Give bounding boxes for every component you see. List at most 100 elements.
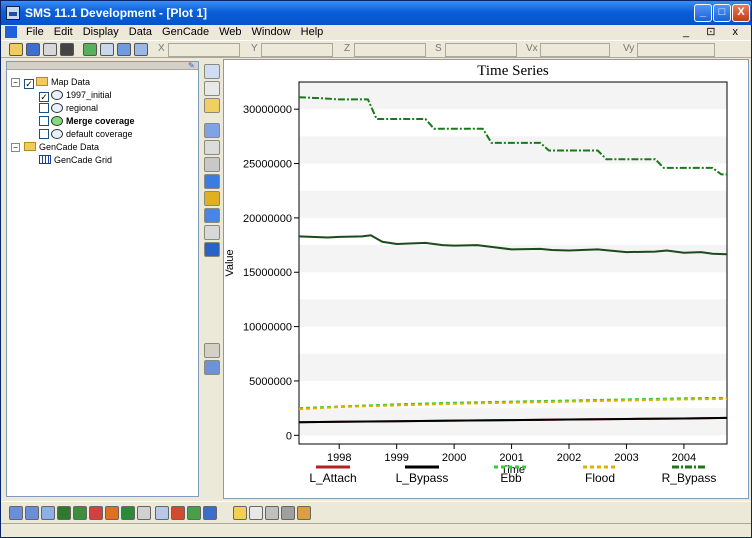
pan-tool-icon[interactable]: [204, 98, 220, 113]
document-icon[interactable]: [5, 26, 17, 38]
annotation-module-icon[interactable]: [187, 506, 201, 520]
scatter-module-icon[interactable]: [41, 506, 55, 520]
zoom-tool-icon[interactable]: [204, 81, 220, 96]
tree-node-gencade-grid[interactable]: GenCade Grid: [39, 154, 112, 167]
coord-s-field[interactable]: [445, 43, 517, 57]
coord-x-field[interactable]: [168, 43, 240, 57]
minimize-button[interactable]: _: [694, 4, 712, 22]
folder-icon: [36, 77, 48, 86]
y-tick-label: 5000000: [249, 376, 292, 388]
legend-label: L_Attach: [309, 471, 356, 485]
menu-edit[interactable]: Edit: [49, 25, 78, 39]
map-data-label: Map Data: [51, 77, 91, 87]
collapse-icon[interactable]: −: [11, 78, 20, 87]
y-tick-label: 10000000: [243, 322, 292, 334]
tree-node-coverage-merge[interactable]: Merge coverage: [39, 115, 135, 128]
select-cursor-icon[interactable]: [249, 506, 263, 520]
coverage-icon: [51, 116, 63, 126]
zoom-icon[interactable]: [100, 43, 114, 56]
coord-y-field[interactable]: [261, 43, 333, 57]
plot-window[interactable]: Time Series 0 5000000 10000000 15000000 20000…: [223, 59, 749, 499]
map-module-icon[interactable]: [137, 506, 151, 520]
grid-tool-icon[interactable]: [204, 242, 220, 257]
tools-module-icon[interactable]: [171, 506, 185, 520]
info-icon[interactable]: [117, 43, 131, 56]
select-tool-icon[interactable]: [204, 64, 220, 79]
coverage-checkbox[interactable]: [39, 103, 49, 113]
coverage-icon: [51, 129, 63, 139]
chart-icon[interactable]: [297, 506, 311, 520]
coverage-checkbox[interactable]: ✓: [39, 92, 49, 102]
menu-bar: File Edit Display Data GenCade Web Windo…: [1, 25, 751, 39]
map-data-checkbox[interactable]: ✓: [24, 79, 34, 89]
chart-title: Time Series: [477, 63, 549, 79]
menu-window[interactable]: Window: [247, 25, 296, 39]
mesh-module-icon[interactable]: [9, 506, 23, 520]
menu-web[interactable]: Web: [214, 25, 246, 39]
pin-icon[interactable]: ✎: [188, 61, 196, 70]
refresh-icon[interactable]: [83, 43, 97, 56]
quadtree-module-icon[interactable]: [73, 506, 87, 520]
menu-gencade[interactable]: GenCade: [157, 25, 214, 39]
delete-icon[interactable]: [60, 43, 74, 56]
grid-icon: [39, 155, 51, 164]
image-module-icon[interactable]: [203, 506, 217, 520]
mdi-window-controls[interactable]: _ ⊡ x: [683, 25, 745, 39]
y-tick-label: 15000000: [243, 267, 292, 279]
frame-icon[interactable]: [265, 506, 279, 520]
collapse-icon[interactable]: −: [11, 143, 20, 152]
help-tool-icon[interactable]: [204, 343, 220, 358]
coverage-icon: [51, 90, 63, 100]
coord-z-field[interactable]: [354, 43, 426, 57]
structure-tool-icon[interactable]: [204, 225, 220, 240]
maximize-button[interactable]: □: [713, 4, 731, 22]
coord-vx-field[interactable]: [540, 43, 610, 57]
rotate-tool-icon[interactable]: [204, 123, 220, 138]
camera-icon[interactable]: [281, 506, 295, 520]
light-icon[interactable]: [233, 506, 247, 520]
create-point-icon[interactable]: [204, 140, 220, 155]
tree-node-coverage-1997-initial[interactable]: ✓ 1997_initial: [39, 89, 112, 102]
coverage-checkbox[interactable]: [39, 129, 49, 139]
tree-node-coverage-regional[interactable]: regional: [39, 102, 98, 115]
create-arc-icon[interactable]: [204, 174, 220, 189]
plot-tool-icon[interactable]: [204, 360, 220, 375]
menu-display[interactable]: Display: [78, 25, 124, 39]
gis-module-icon[interactable]: [121, 506, 135, 520]
app-icon[interactable]: [6, 6, 20, 20]
1d-grid-module-icon[interactable]: [155, 506, 169, 520]
cartesian-grid-module-icon[interactable]: [57, 506, 71, 520]
time-series-chart: Time Series 0 5000000 10000000 15000000 20000…: [224, 63, 728, 485]
save-icon[interactable]: [26, 43, 40, 56]
print-icon[interactable]: [43, 43, 57, 56]
menu-file[interactable]: File: [21, 25, 49, 39]
grid-module-icon[interactable]: [25, 506, 39, 520]
title-bar[interactable]: SMS 11.1 Development - [Plot 1] _ □ X: [1, 1, 751, 25]
y-tick-label: 30000000: [243, 104, 292, 116]
coord-vy-field[interactable]: [637, 43, 715, 57]
y-axis-label: Value: [224, 249, 236, 276]
coverage-label: default coverage: [66, 129, 133, 139]
select-arc-icon[interactable]: [204, 157, 220, 172]
plot-band: [299, 353, 727, 381]
gencade-data-label: GenCade Data: [39, 142, 100, 152]
x-tick-label: 2000: [442, 452, 466, 464]
measure-icon[interactable]: [134, 43, 148, 56]
open-icon[interactable]: [9, 43, 23, 56]
tree-node-coverage-default[interactable]: default coverage: [39, 128, 133, 141]
close-button[interactable]: X: [732, 4, 750, 22]
x-tick-label: 2004: [672, 452, 696, 464]
coverage-label: regional: [66, 103, 99, 113]
x-tick-label: 1998: [327, 452, 351, 464]
x-tick-label: 2001: [499, 452, 523, 464]
raster-module-icon[interactable]: [89, 506, 103, 520]
vertex-tool-icon[interactable]: [204, 208, 220, 223]
menu-help[interactable]: Help: [296, 25, 329, 39]
y-tick-label: 20000000: [243, 213, 292, 225]
node-tool-icon[interactable]: [204, 191, 220, 206]
x-tick-label: 1999: [384, 452, 408, 464]
coverage-checkbox[interactable]: [39, 116, 49, 126]
menu-data[interactable]: Data: [124, 25, 157, 39]
plot-band: [299, 136, 727, 164]
particle-module-icon[interactable]: [105, 506, 119, 520]
